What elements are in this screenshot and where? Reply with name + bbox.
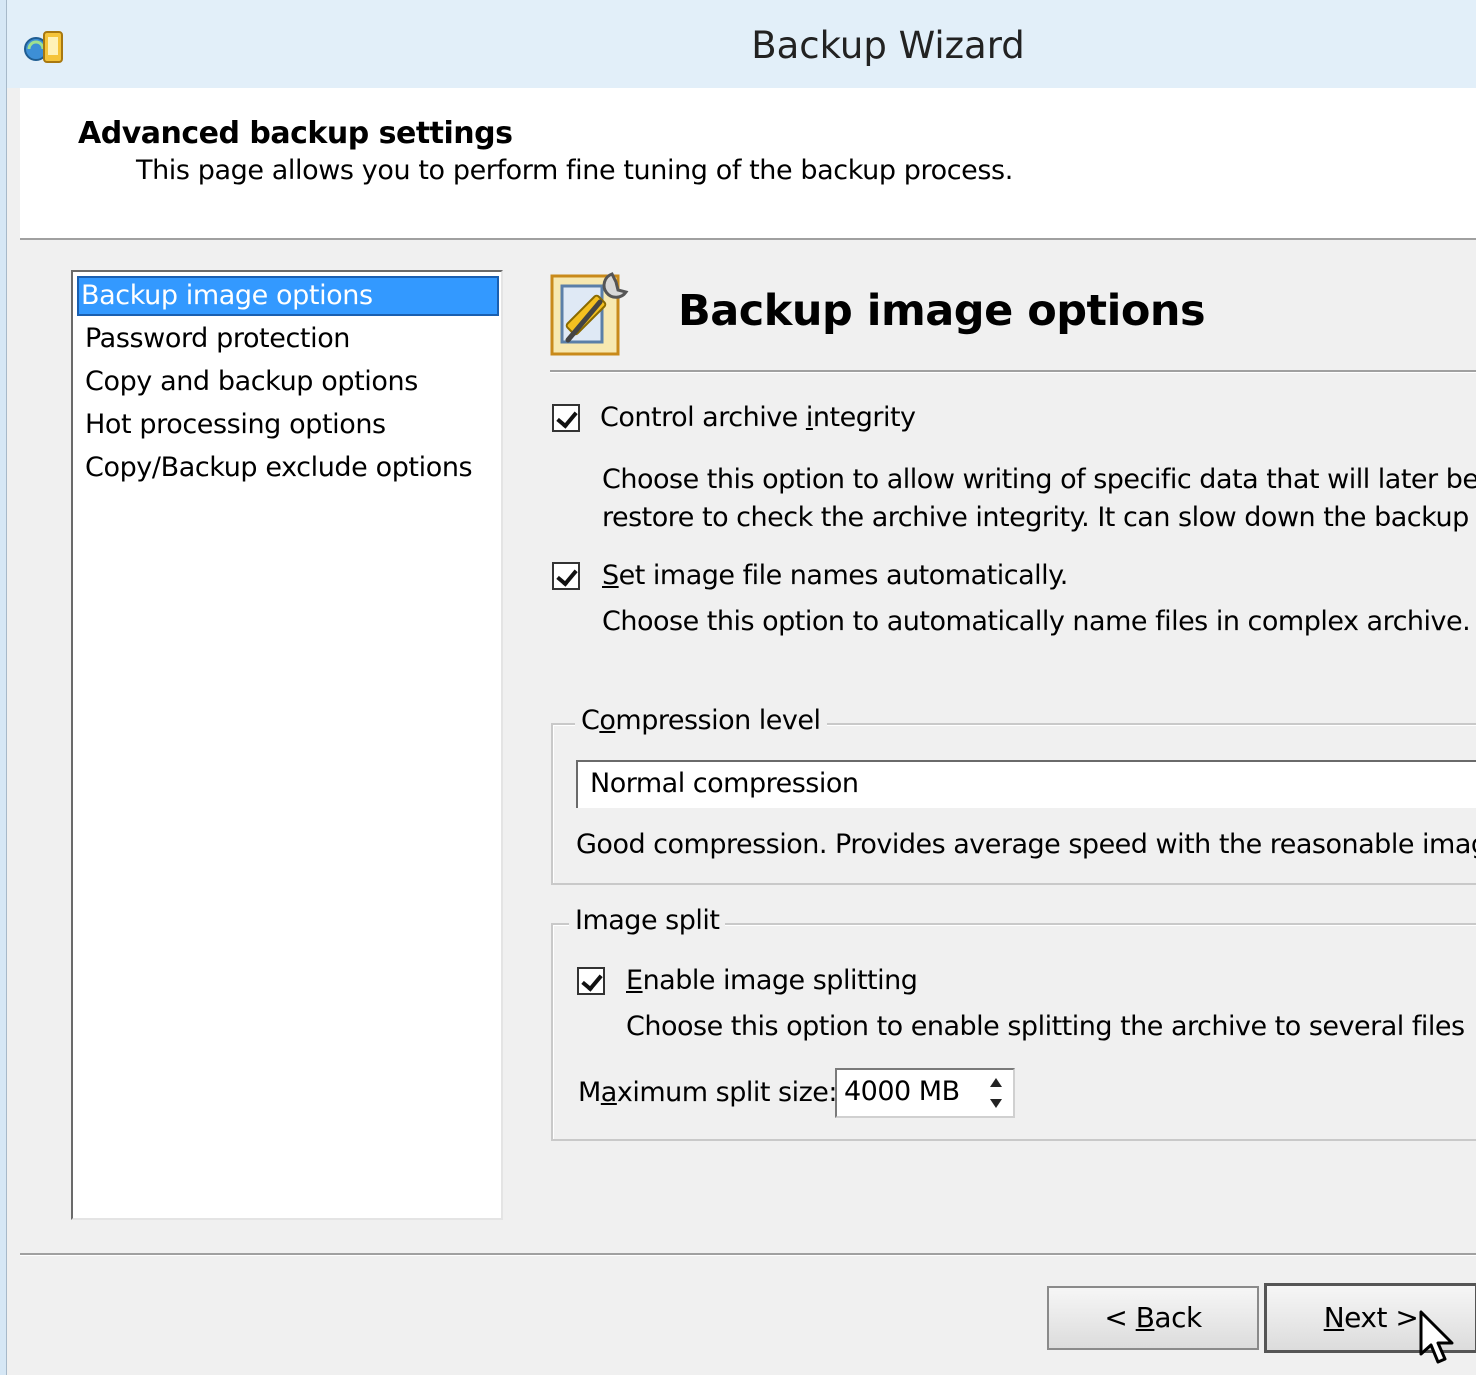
maximum-split-size-label: Maximum split size: xyxy=(578,1077,837,1108)
control-archive-integrity-description-line2: restore to check the archive integrity. … xyxy=(602,502,1476,533)
window-title: Backup Wizard xyxy=(751,24,1025,67)
enable-image-splitting-label[interactable]: Enable image splitting xyxy=(626,965,918,996)
set-image-file-names-label[interactable]: Set image file names automatically. xyxy=(602,560,1068,591)
section-title: Backup image options xyxy=(678,286,1206,336)
section-divider xyxy=(550,370,1476,373)
control-archive-integrity-checkbox[interactable] xyxy=(552,404,580,432)
compression-level-value: Normal compression xyxy=(590,768,859,799)
backup-wizard-app-icon[interactable] xyxy=(22,26,70,68)
compression-level-description: Good compression. Provides average speed… xyxy=(576,829,1476,860)
set-image-file-names-checkbox[interactable] xyxy=(552,562,580,590)
image-split-group-title: Image split xyxy=(569,905,726,936)
settings-category-list[interactable]: Backup image options Password protection… xyxy=(71,270,503,1220)
spin-up-arrow-icon[interactable] xyxy=(982,1072,1010,1092)
set-image-file-names-description: Choose this option to automatically name… xyxy=(602,606,1471,637)
sidebar-item-password-protection[interactable]: Password protection xyxy=(81,319,350,359)
maximum-split-size-value: 4000 MB xyxy=(844,1076,960,1107)
settings-tools-icon xyxy=(550,268,640,356)
sidebar-item-copy-backup-exclude-options[interactable]: Copy/Backup exclude options xyxy=(81,448,473,488)
back-button[interactable]: < Back xyxy=(1047,1286,1259,1350)
enable-image-splitting-checkbox[interactable] xyxy=(577,967,605,995)
sidebar-item-hot-processing-options[interactable]: Hot processing options xyxy=(81,405,386,445)
enable-image-splitting-description: Choose this option to enable splitting t… xyxy=(626,1011,1465,1042)
spin-down-arrow-icon[interactable] xyxy=(982,1094,1010,1114)
compression-level-group-title: Compression level xyxy=(575,705,827,736)
footer-divider xyxy=(20,1253,1476,1256)
status-strip xyxy=(0,1375,1476,1385)
control-archive-integrity-label[interactable]: Control archive integrity xyxy=(600,402,916,433)
page-title: Advanced backup settings xyxy=(78,116,513,151)
control-archive-integrity-description-line1: Choose this option to allow writing of s… xyxy=(602,464,1476,495)
page-subtitle: This page allows you to perform fine tun… xyxy=(136,155,1013,186)
window-frame-left xyxy=(0,0,7,1385)
mouse-cursor-icon xyxy=(1418,1310,1456,1368)
sidebar-item-copy-and-backup-options[interactable]: Copy and backup options xyxy=(81,362,418,402)
sidebar-item-backup-image-options[interactable]: Backup image options xyxy=(77,276,499,316)
